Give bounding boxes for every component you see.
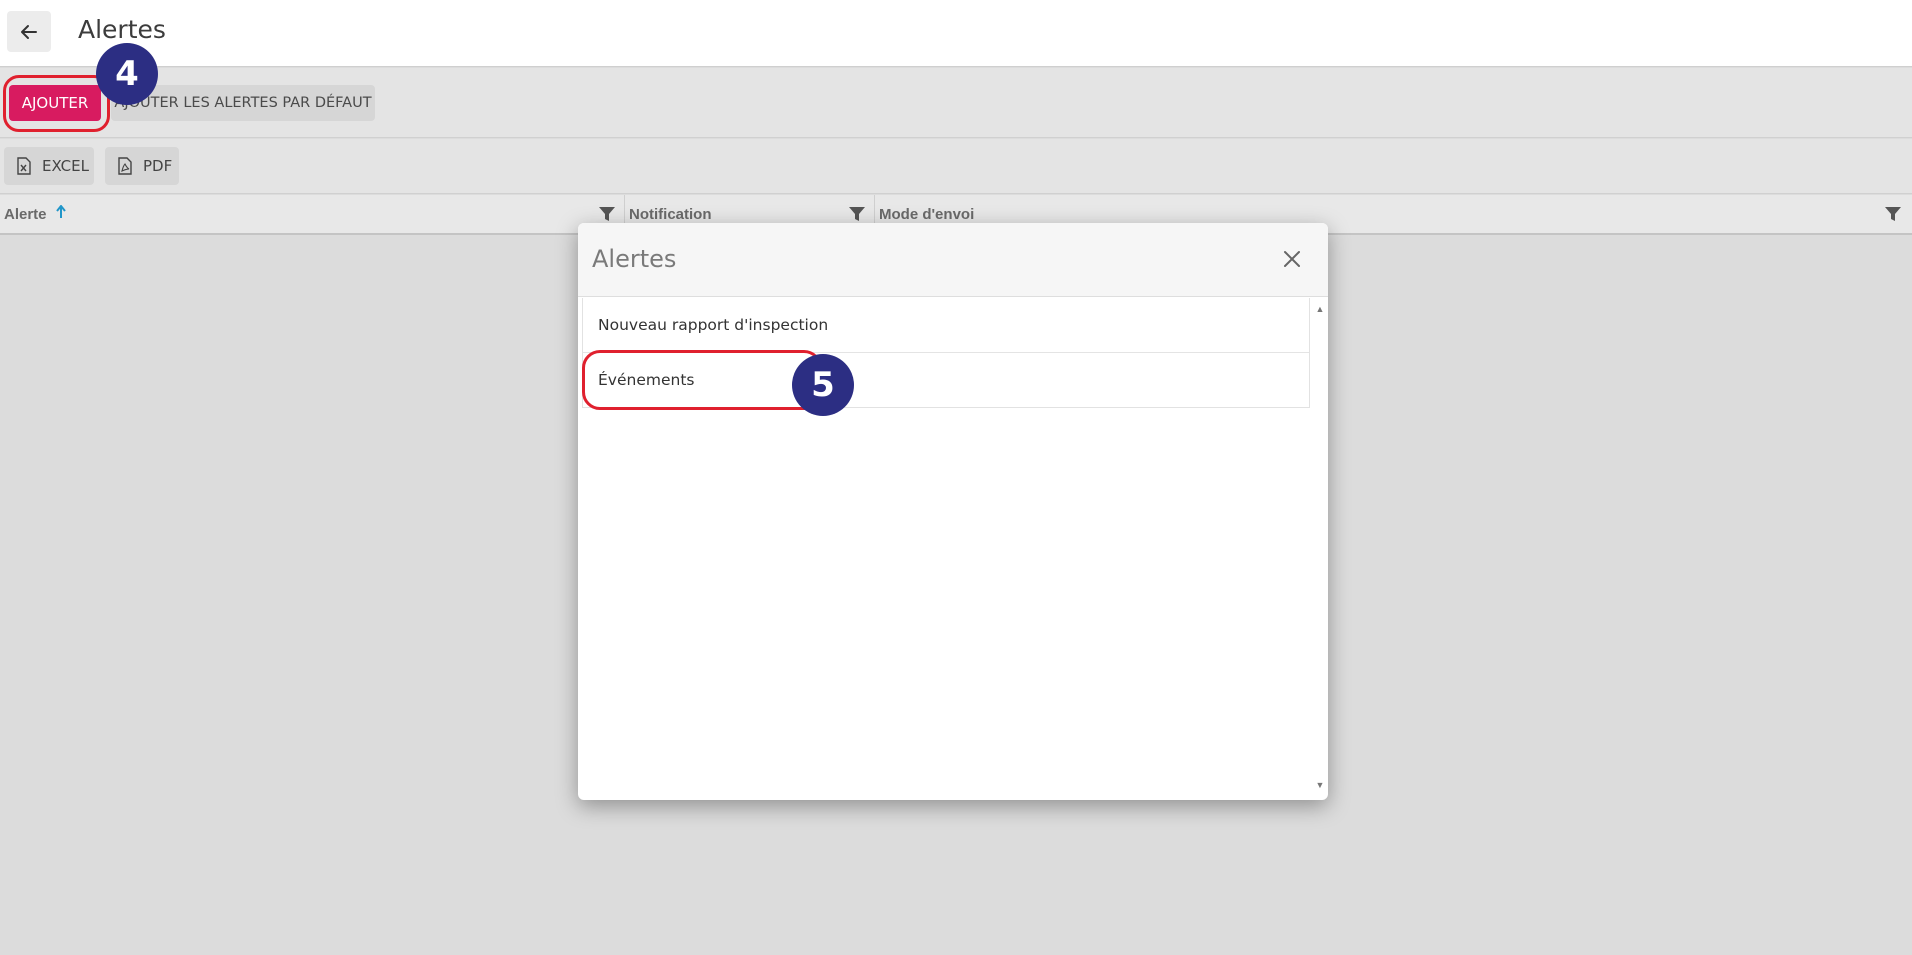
pdf-export-button[interactable]: PDF [105, 147, 179, 185]
export-toolbar: EXCEL PDF [0, 139, 1912, 194]
scroll-up-arrow-icon[interactable]: ▲ [1314, 303, 1326, 315]
dialog-title: Alertes [592, 245, 677, 273]
app-header: Alertes [0, 0, 1912, 67]
page-title: Alertes [78, 15, 166, 44]
action-toolbar: AJOUTER AJOUTER LES ALERTES PAR DÉFAUT [0, 68, 1912, 138]
close-button[interactable] [1280, 247, 1304, 271]
close-icon [1284, 251, 1300, 267]
arrow-left-icon [21, 24, 37, 39]
add-button[interactable]: AJOUTER [9, 85, 101, 121]
excel-file-icon [16, 157, 32, 175]
pdf-label: PDF [143, 157, 173, 175]
pdf-file-icon [117, 157, 133, 175]
excel-label: EXCEL [42, 157, 89, 175]
alerts-dialog: Alertes Nouveau rapport d'inspection Évé… [578, 223, 1328, 800]
step-badge-5: 5 [792, 354, 854, 416]
back-button[interactable] [7, 11, 51, 52]
alert-type-list: Nouveau rapport d'inspection Événements [582, 298, 1310, 408]
scroll-down-arrow-icon[interactable]: ▼ [1314, 779, 1326, 791]
sort-ascending-icon [55, 203, 67, 224]
dialog-header: Alertes [578, 223, 1328, 297]
list-item-nouveau-rapport[interactable]: Nouveau rapport d'inspection [583, 298, 1309, 353]
list-item-evenements[interactable]: Événements [583, 353, 1309, 407]
column-label: Notification [629, 205, 712, 223]
column-label: Alerte [4, 205, 47, 223]
column-label: Mode d'envoi [879, 205, 975, 223]
excel-export-button[interactable]: EXCEL [4, 147, 94, 185]
step-badge-4: 4 [96, 43, 158, 105]
column-header-alerte[interactable]: Alerte [0, 195, 625, 233]
filter-icon[interactable] [1884, 205, 1902, 227]
